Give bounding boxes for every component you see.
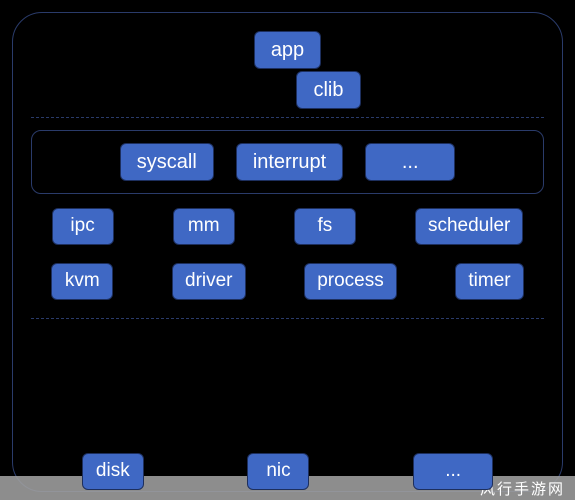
node-interrupt: interrupt xyxy=(236,143,343,181)
kernel-subsystems: ipc mm fs scheduler kvm driver process t… xyxy=(31,208,544,300)
node-ipc: ipc xyxy=(52,208,114,245)
node-nic: nic xyxy=(247,453,309,490)
divider-kernel-hw xyxy=(31,318,544,319)
node-app: app xyxy=(254,31,321,69)
diagram-stage: app clib syscall interrupt ... ipc mm fs… xyxy=(0,0,575,500)
node-timer: timer xyxy=(455,263,523,300)
node-disk: disk xyxy=(82,453,144,490)
divider-user-kernel xyxy=(31,117,544,118)
kernel-entry-group: syscall interrupt ... xyxy=(31,130,544,194)
node-scheduler: scheduler xyxy=(415,208,523,245)
node-fs: fs xyxy=(294,208,356,245)
node-syscall: syscall xyxy=(120,143,214,181)
node-process: process xyxy=(304,263,397,300)
subsystems-row-1: ipc mm fs scheduler xyxy=(31,208,544,245)
kernel-entry-row: syscall interrupt ... xyxy=(40,143,535,181)
node-driver: driver xyxy=(172,263,246,300)
architecture-panel: app clib syscall interrupt ... ipc mm fs… xyxy=(12,12,563,492)
node-kernel-more: ... xyxy=(365,143,455,181)
userland-row-2: clib xyxy=(31,71,544,109)
userland-row-1: app xyxy=(31,31,544,69)
node-clib: clib xyxy=(296,71,360,109)
node-mm: mm xyxy=(173,208,235,245)
node-hw-more: ... xyxy=(413,453,493,490)
subsystems-row-2: kvm driver process timer xyxy=(31,263,544,300)
hardware-row: disk nic ... xyxy=(30,453,545,490)
node-kvm: kvm xyxy=(51,263,113,300)
